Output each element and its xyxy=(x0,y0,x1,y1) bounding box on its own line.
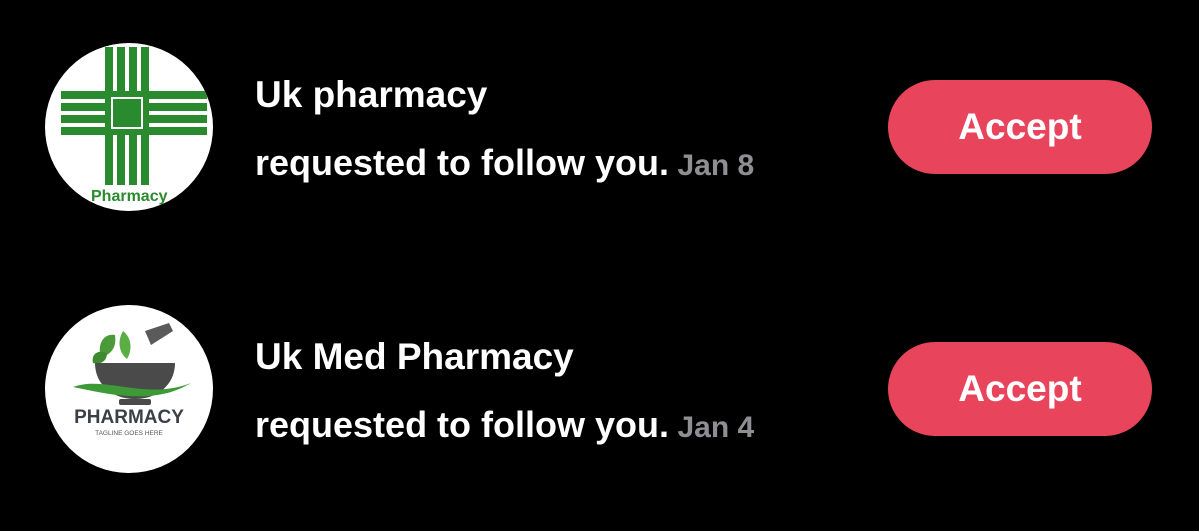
avatar[interactable]: Pharmacy xyxy=(45,43,213,211)
message-line: requested to follow you. Jan 8 xyxy=(255,141,855,193)
username[interactable]: Uk pharmacy xyxy=(255,73,855,117)
accept-button[interactable]: Accept xyxy=(888,80,1152,174)
message-line: requested to follow you. Jan 4 xyxy=(255,403,855,455)
svg-text:Pharmacy: Pharmacy xyxy=(91,188,168,205)
accept-button[interactable]: Accept xyxy=(888,342,1152,436)
avatar[interactable]: PHARMACY TAGLINE GOES HERE xyxy=(45,305,213,473)
request-text: Uk pharmacy requested to follow you. Jan… xyxy=(255,73,855,193)
follow-request-row: Pharmacy Uk pharmacy requested to follow… xyxy=(0,43,1199,213)
request-message: requested to follow you. xyxy=(255,142,670,183)
svg-text:TAGLINE GOES HERE: TAGLINE GOES HERE xyxy=(95,430,163,437)
request-date: Jan 4 xyxy=(677,411,755,444)
request-date: Jan 8 xyxy=(677,149,755,182)
username[interactable]: Uk Med Pharmacy xyxy=(255,335,855,379)
green-cross-logo-icon: Pharmacy xyxy=(61,47,207,205)
follow-request-row: PHARMACY TAGLINE GOES HERE Uk Med Pharma… xyxy=(0,305,1199,475)
request-text: Uk Med Pharmacy requested to follow you.… xyxy=(255,335,855,455)
svg-text:PHARMACY: PHARMACY xyxy=(74,407,184,428)
request-message: requested to follow you. xyxy=(255,404,670,445)
mortar-pestle-logo-icon: PHARMACY TAGLINE GOES HERE xyxy=(73,323,191,437)
